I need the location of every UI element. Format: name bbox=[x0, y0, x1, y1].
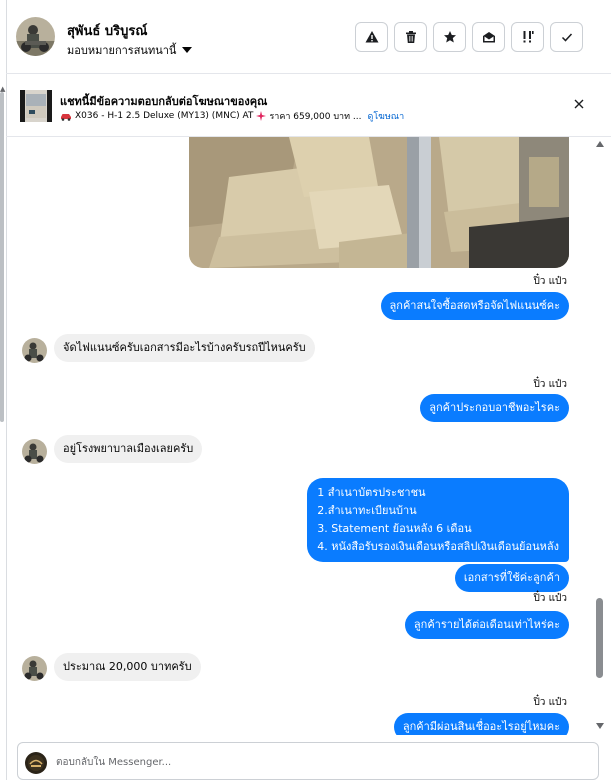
scroll-down-arrow-icon[interactable] bbox=[596, 723, 604, 729]
message-outgoing[interactable]: ลูกค้ารายได้ต่อเดือนเท่าไหร่คะ bbox=[404, 611, 569, 639]
close-icon[interactable] bbox=[571, 96, 587, 112]
sender-name: ปิ๋ว แป๋ว bbox=[533, 276, 567, 287]
contact-avatar-small bbox=[22, 439, 47, 464]
message-incoming[interactable]: ประมาณ 20,000 บาทครับ bbox=[54, 653, 201, 681]
sender-name: ปิ๋ว แป๋ว bbox=[533, 593, 567, 604]
ad-reply-banner: แชทนี้มีข้อความตอบกลับต่อโฆษณาของคุณ X03… bbox=[6, 74, 611, 137]
message-scrollbar-thumb[interactable] bbox=[596, 598, 603, 678]
assign-label: มอบหมายการสนทนานี้ bbox=[67, 44, 177, 57]
ad-thumbnail[interactable] bbox=[20, 90, 52, 122]
mail-open-icon bbox=[482, 32, 495, 43]
caret-down-icon bbox=[182, 47, 193, 53]
car-interior-photo[interactable] bbox=[189, 137, 569, 268]
message-incoming[interactable]: อยู่โรงพยาบาลเมืองเลยครับ bbox=[54, 435, 203, 463]
message-line: 2.สำเนาทะเบียนบ้าน bbox=[317, 504, 417, 517]
follow-up-icon bbox=[523, 31, 534, 43]
assign-conversation-dropdown[interactable]: มอบหมายการสนทนานี้ bbox=[67, 41, 193, 59]
reply-input[interactable] bbox=[56, 753, 576, 771]
message-line: 4. หนังสือรับรองเงินเดือนหรือสลิปเงินเดื… bbox=[317, 540, 559, 553]
message-line: 1 สำเนาบัตรประชาชน bbox=[317, 486, 426, 499]
contact-avatar[interactable] bbox=[16, 17, 55, 56]
message-outgoing[interactable]: ลูกค้ามีผ่อนสินเชื่ออะไรอยู่ไหมคะ bbox=[393, 713, 569, 735]
sparkle-icon bbox=[256, 111, 267, 121]
trash-icon bbox=[405, 31, 416, 43]
message-outgoing-documents[interactable]: 1 สำเนาบัตรประชาชน 2.สำเนาทะเบียนบ้าน 3.… bbox=[307, 478, 569, 562]
reply-composer bbox=[17, 742, 599, 780]
message-outgoing[interactable]: ลูกค้าประกอบอาชีพอะไรคะ bbox=[420, 394, 569, 422]
check-icon bbox=[561, 33, 572, 42]
message-list[interactable]: ปิ๋ว แป๋ว ลูกค้าสนใจซื้อสดหรือจัดไฟแนนซ์… bbox=[6, 137, 611, 735]
contact-name: สุพันธ์ บริบูรณ์ bbox=[67, 24, 148, 39]
message-outgoing[interactable]: เอกสารที่ใช้ค่ะลูกค้า bbox=[454, 564, 569, 592]
conversation-header: สุพันธ์ บริบูรณ์ มอบหมายการสนทนานี้ bbox=[6, 0, 611, 74]
scroll-up-arrow-icon[interactable] bbox=[596, 141, 604, 147]
conversation-toolbar bbox=[355, 22, 583, 52]
delete-button[interactable] bbox=[394, 22, 427, 52]
mark-unread-button[interactable] bbox=[472, 22, 505, 52]
ad-info-line: X036 - H-1 2.5 Deluxe (MY13) (MNC) AT รา… bbox=[60, 109, 404, 123]
message-line: 3. Statement ย้อนหลัง 6 เดือน bbox=[317, 522, 472, 535]
warning-icon bbox=[365, 31, 378, 43]
car-icon bbox=[61, 113, 71, 121]
contact-avatar-small bbox=[22, 338, 47, 363]
contact-avatar-small bbox=[22, 656, 47, 681]
outer-scrollbar[interactable] bbox=[0, 92, 4, 422]
follow-up-button[interactable] bbox=[511, 22, 544, 52]
sender-name: ปิ๋ว แป๋ว bbox=[533, 697, 567, 708]
sender-name: ปิ๋ว แป๋ว bbox=[533, 379, 567, 390]
ad-reply-title: แชทนี้มีข้อความตอบกลับต่อโฆษณาของคุณ bbox=[60, 95, 268, 108]
page-avatar bbox=[25, 752, 47, 774]
view-ad-link[interactable]: ดูโฆษณา bbox=[367, 109, 404, 123]
star-icon bbox=[443, 31, 456, 43]
ad-price: ราคา 659,000 บาท ... bbox=[269, 112, 362, 122]
done-button[interactable] bbox=[550, 22, 583, 52]
spam-button[interactable] bbox=[355, 22, 388, 52]
message-incoming[interactable]: จัดไฟแนนซ์ครับเอกสารมีอะไรบ้างครับรถปีไห… bbox=[54, 334, 315, 362]
message-outgoing[interactable]: ลูกค้าสนใจซื้อสดหรือจัดไฟแนนซ์คะ bbox=[380, 292, 569, 320]
star-button[interactable] bbox=[433, 22, 466, 52]
ad-car-info: X036 - H-1 2.5 Deluxe (MY13) (MNC) AT bbox=[75, 111, 254, 121]
